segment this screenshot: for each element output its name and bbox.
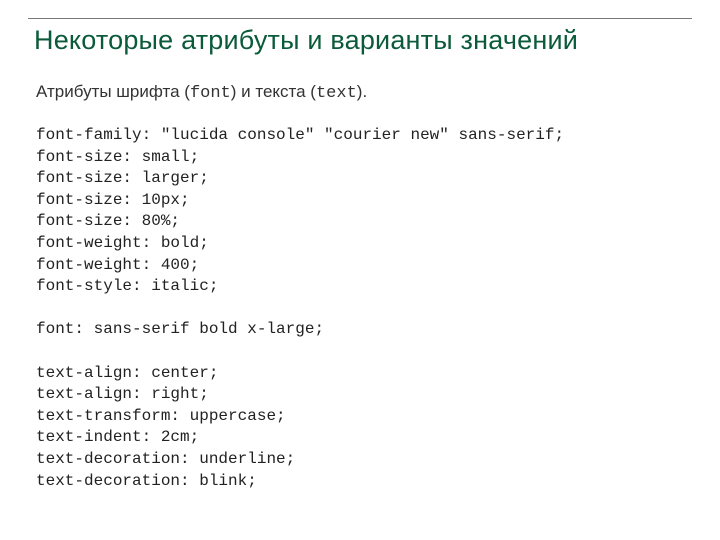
intro-text-2: ) и текста ( — [231, 82, 316, 101]
intro-text-3: ). — [357, 82, 367, 101]
title-rule — [28, 18, 692, 19]
intro-text-keyword: text — [316, 84, 357, 103]
intro-text-1: Атрибуты шрифта ( — [36, 82, 190, 101]
intro-line: Атрибуты шрифта (font) и текста (text). — [36, 82, 692, 103]
slide: Некоторые атрибуты и варианты значений А… — [0, 0, 720, 540]
slide-title: Некоторые атрибуты и варианты значений — [34, 25, 692, 56]
code-block: font-family: "lucida console" "courier n… — [36, 125, 692, 492]
slide-body: Атрибуты шрифта (font) и текста (text). … — [36, 82, 692, 492]
intro-font-keyword: font — [190, 84, 231, 103]
